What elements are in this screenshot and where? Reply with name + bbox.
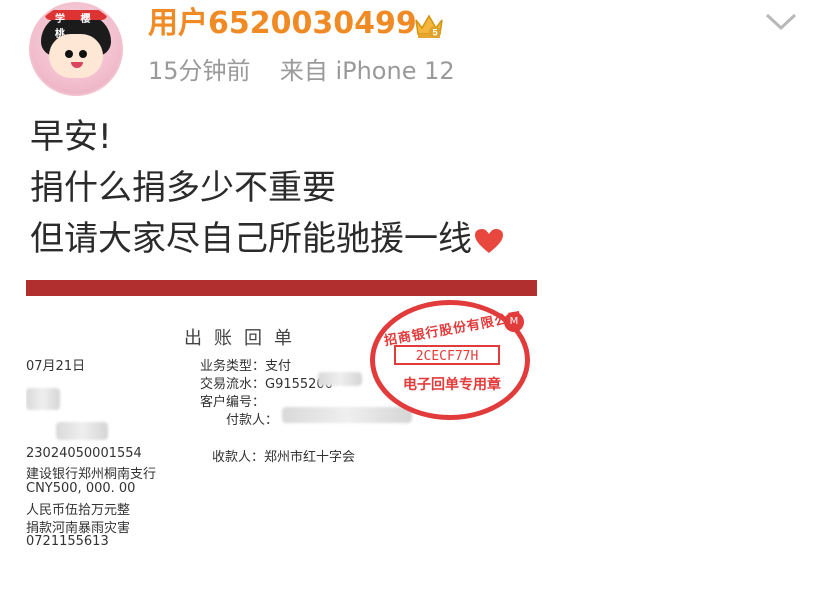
- post-time: 15分钟前: [148, 57, 251, 85]
- receipt-amount: CNY500, 000. 00: [26, 481, 136, 496]
- post-source[interactable]: 来自 iPhone 12: [280, 57, 455, 85]
- receipt-amount-words: 人民币伍拾万元整: [26, 503, 131, 518]
- avatar-face: [49, 34, 103, 78]
- stamp-bottom-text: 电子回单专用章: [403, 377, 501, 393]
- chevron-down-icon[interactable]: [764, 12, 798, 32]
- avatar[interactable]: 学 樱 桃: [29, 2, 123, 96]
- receipt-ref: 0721155613: [26, 534, 109, 549]
- avatar-eye-left: [65, 50, 73, 58]
- receipt-payer: 付款人：: [226, 413, 279, 428]
- redaction: [26, 388, 60, 410]
- post-body: 早安! 捐什么捐多少不重要 但请大家尽自己所能驰援一线: [30, 112, 504, 265]
- stamp-code: 2CECF77H: [394, 345, 500, 365]
- receipt-title: 出账回单: [184, 328, 304, 349]
- redaction: [318, 372, 362, 386]
- post-line-1: 早安!: [30, 117, 112, 157]
- receipt-business-type: 业务类型：支付: [200, 359, 292, 374]
- post-line-3: 但请大家尽自己所能驰援一线: [30, 214, 504, 265]
- heart-icon: [475, 228, 503, 253]
- post-line-3-text: 但请大家尽自己所能驰援一线: [30, 219, 472, 259]
- receipt-account: 23024050001554: [26, 446, 142, 461]
- receipt-serial: 交易流水：G9155200: [200, 377, 333, 392]
- post-line-2: 捐什么捐多少不重要: [30, 168, 336, 208]
- redaction: [56, 422, 108, 440]
- receipt-date: 07月21日: [26, 359, 86, 374]
- bank-stamp: 招商银行股份有限公司 2CECF77H 电子回单专用章 M: [370, 300, 536, 426]
- vip-crown-icon[interactable]: 5: [413, 10, 445, 40]
- username[interactable]: 用户6520030499: [148, 6, 417, 42]
- avatar-eye-right: [79, 50, 87, 58]
- receipt-top-bar: [26, 280, 537, 296]
- receipt-payee: 收款人：郑州市红十字会: [212, 450, 356, 465]
- post-meta: 15分钟前 来自 iPhone 12: [148, 56, 455, 86]
- receipt-customer-no: 客户编号：: [200, 395, 266, 410]
- bank-logo-icon: M: [504, 312, 524, 332]
- receipt-image[interactable]: 出账回单 07月21日 业务类型：支付 交易流水：G9155200 客户编号： …: [26, 280, 537, 608]
- receipt-bank: 建设银行郑州桐南支行: [26, 467, 157, 482]
- vip-level: 5: [432, 28, 437, 38]
